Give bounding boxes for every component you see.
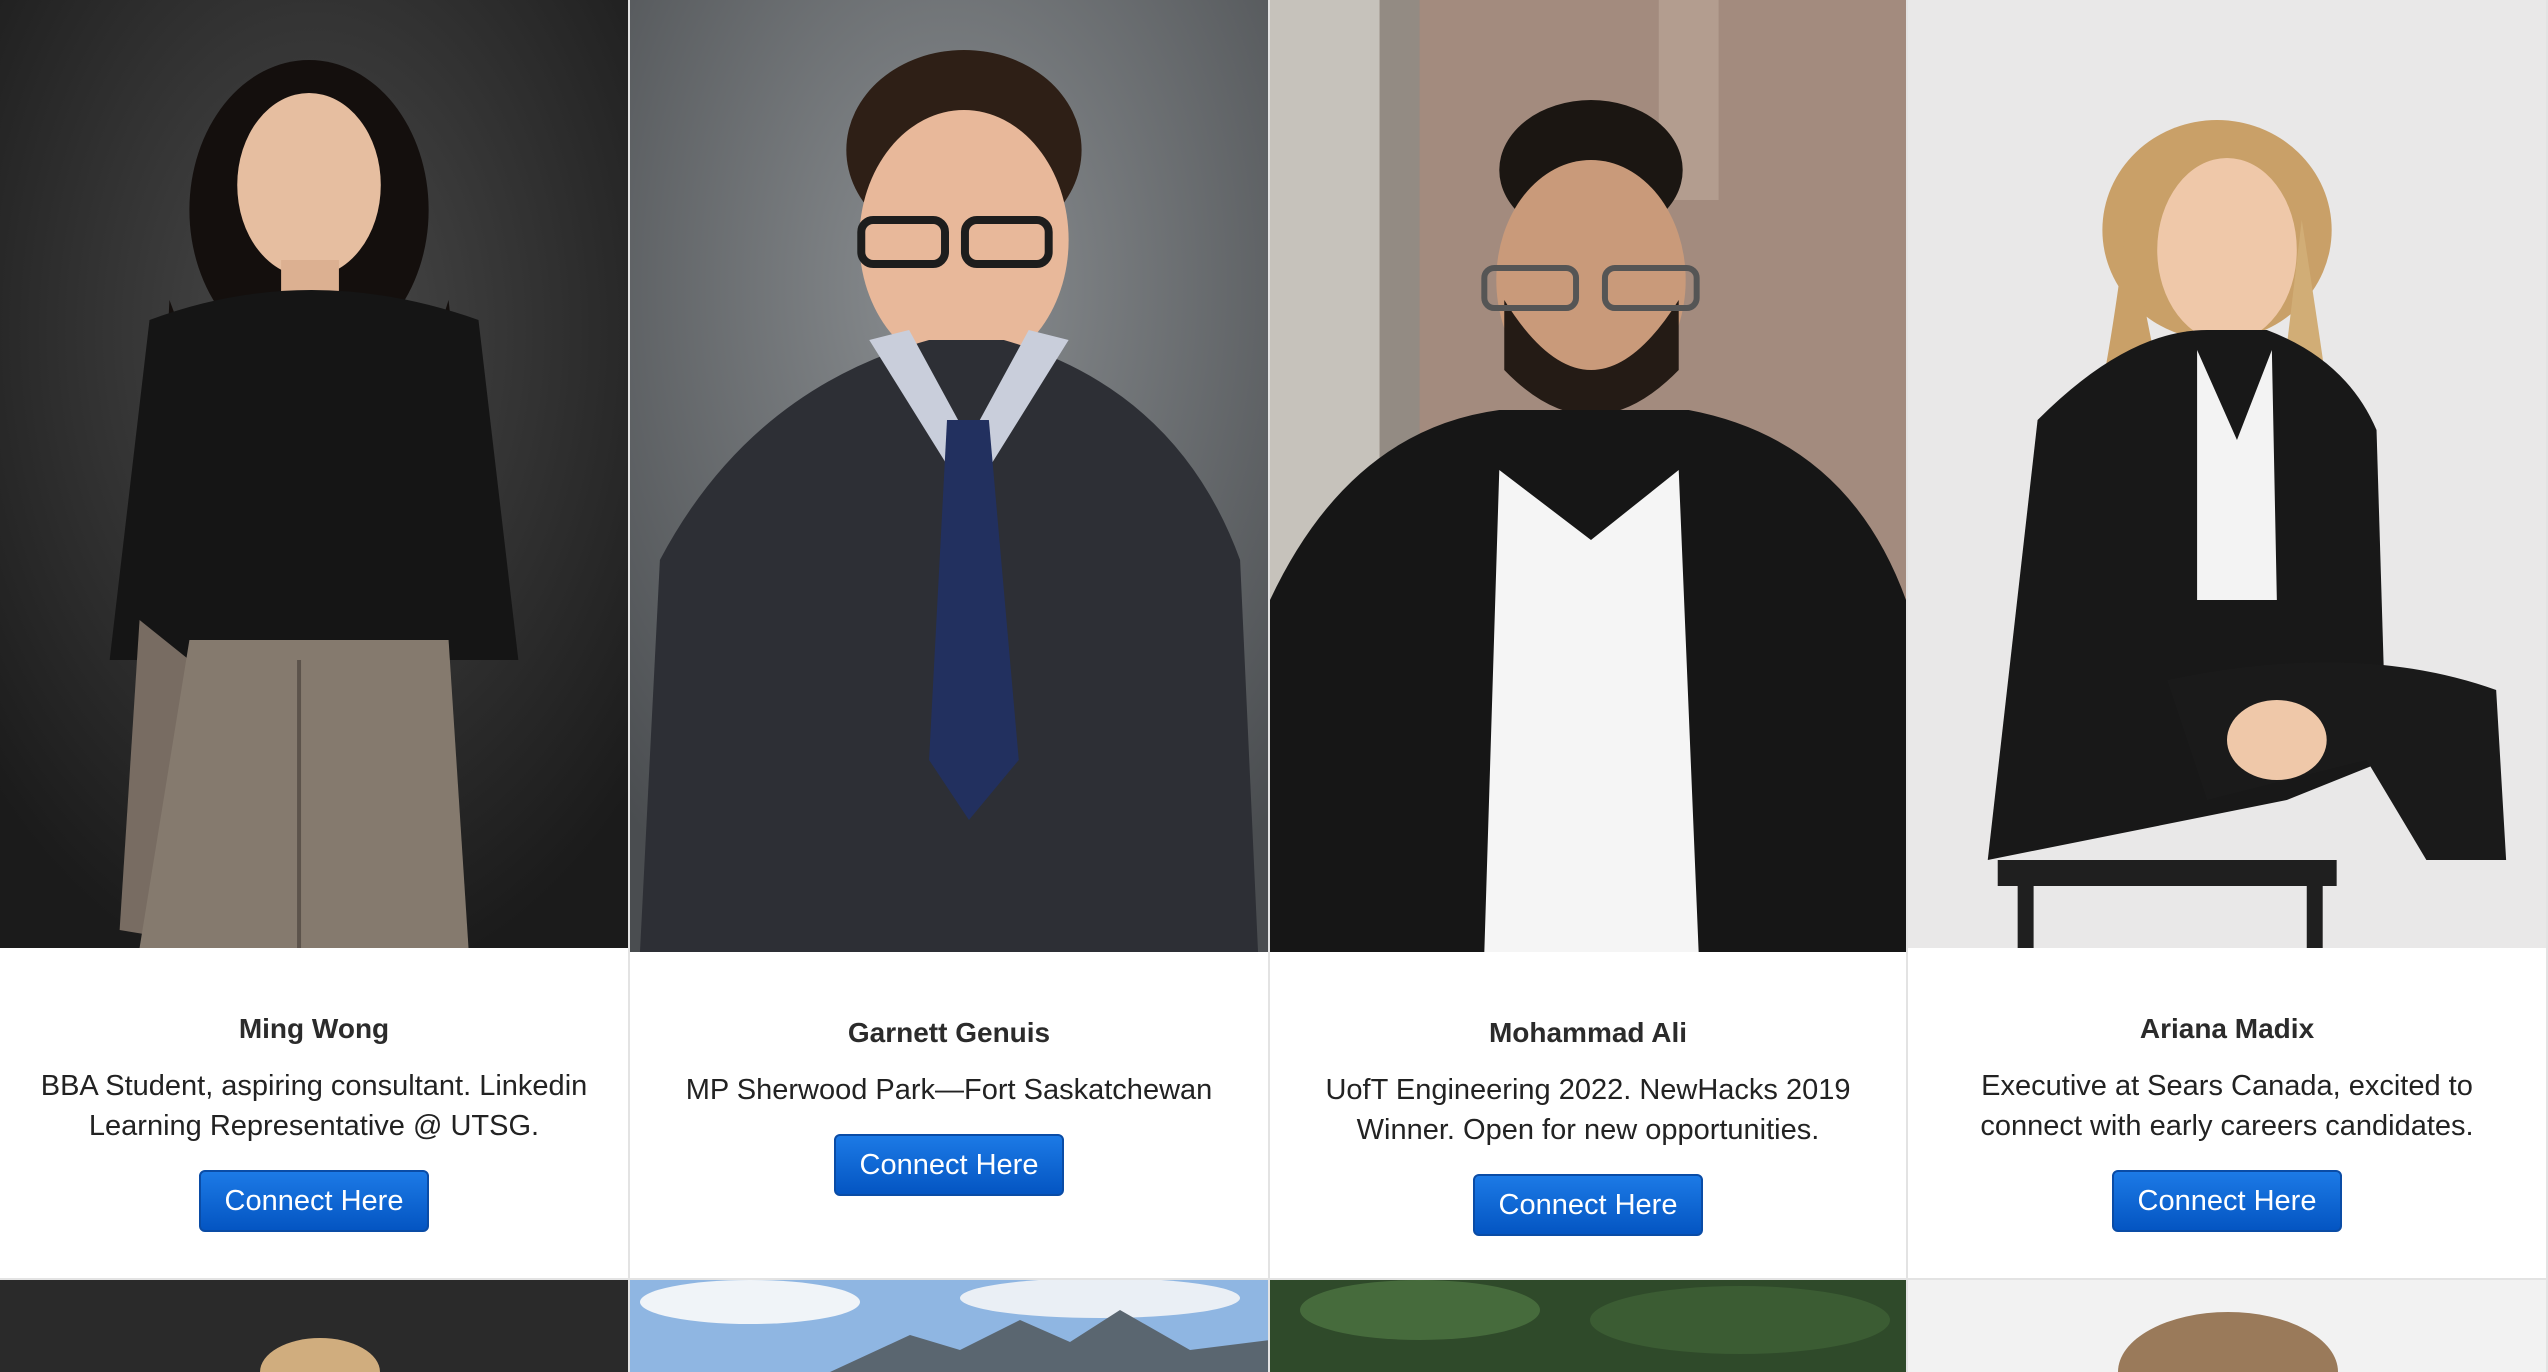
profile-name: Garnett Genuis (847, 1017, 1051, 1048)
profile-bio: UofT Engineering 2022. NewHacks 2019 Win… (1325, 1074, 1851, 1146)
profile-photo (0, 1280, 628, 1372)
profile-photo (1270, 1280, 1906, 1372)
profile-name: Mohammad Ali (1488, 1017, 1688, 1048)
connect-button[interactable]: Connect Here (1472, 1174, 1704, 1236)
profile-card-row2-1 (0, 1280, 630, 1372)
profile-card-row2-3 (1270, 1280, 1908, 1372)
profile-card-row2-4 (1908, 1280, 2548, 1372)
profile-photo (0, 0, 628, 948)
profile-card-mohammad-ali: Mohammad Ali UofT Engineering 2022. NewH… (1270, 0, 1908, 1280)
profile-name: Ming Wong (238, 1013, 390, 1044)
profile-bio: MP Sherwood Park—Fort Saskatchewan (685, 1074, 1213, 1106)
profile-photo (1908, 1280, 2546, 1372)
connect-button[interactable]: Connect Here (833, 1134, 1065, 1196)
profile-card-ariana-madix: Ariana Madix Executive at Sears Canada, … (1908, 0, 2548, 1280)
profile-name: Ariana Madix (2139, 1013, 2315, 1044)
profile-photo (630, 1280, 1268, 1372)
profile-card-garnett-genuis: Garnett Genuis MP Sherwood Park—Fort Sas… (630, 0, 1270, 1280)
profile-photo (1908, 0, 2546, 948)
profile-card-row2-2 (630, 1280, 1270, 1372)
connect-button[interactable]: Connect Here (2111, 1170, 2343, 1232)
profile-bio: Executive at Sears Canada, excited to co… (1980, 1070, 2474, 1142)
connect-button[interactable]: Connect Here (198, 1170, 430, 1232)
profile-grid: Ming Wong BBA Student, aspiring consulta… (0, 0, 2548, 1372)
profile-bio: BBA Student, aspiring consultant. Linked… (40, 1070, 588, 1142)
profile-card-ming-wong: Ming Wong BBA Student, aspiring consulta… (0, 0, 630, 1280)
profile-photo (630, 0, 1268, 952)
profile-photo (1270, 0, 1906, 952)
